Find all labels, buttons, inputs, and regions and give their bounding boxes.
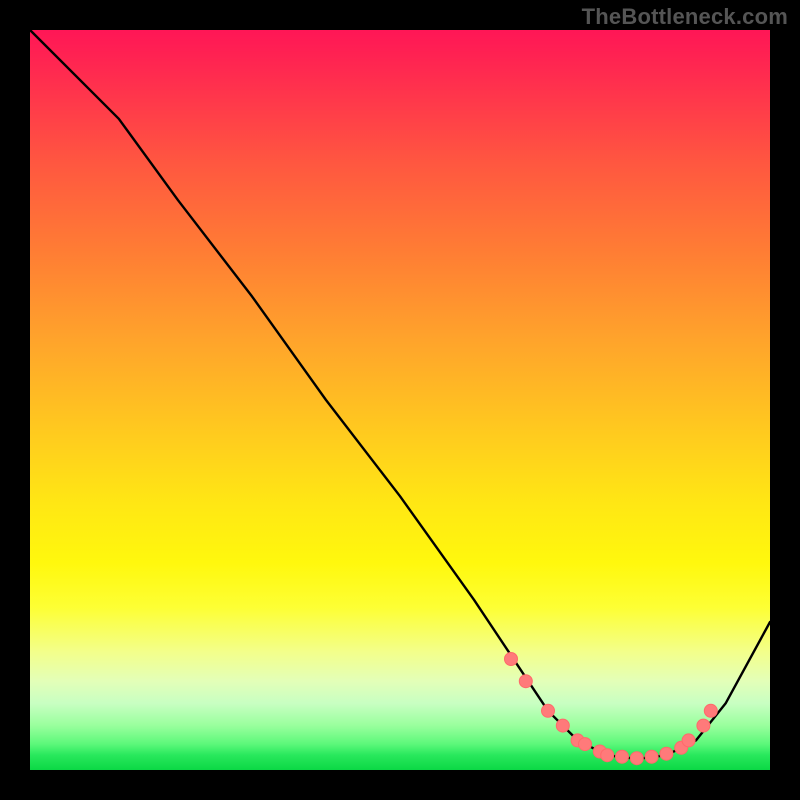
marker-group bbox=[505, 653, 718, 765]
marker-dot bbox=[505, 653, 518, 666]
marker-dot bbox=[556, 719, 569, 732]
marker-dot bbox=[697, 719, 710, 732]
chart-frame: TheBottleneck.com bbox=[0, 0, 800, 800]
marker-dot bbox=[704, 704, 717, 717]
marker-dot bbox=[645, 750, 658, 763]
chart-svg bbox=[30, 30, 770, 770]
watermark-text: TheBottleneck.com bbox=[582, 4, 788, 30]
bottleneck-curve bbox=[30, 30, 770, 759]
marker-dot bbox=[660, 747, 673, 760]
marker-dot bbox=[601, 749, 614, 762]
marker-dot bbox=[616, 750, 629, 763]
marker-dot bbox=[519, 675, 532, 688]
marker-dot bbox=[579, 738, 592, 751]
marker-dot bbox=[682, 734, 695, 747]
marker-dot bbox=[630, 752, 643, 765]
marker-dot bbox=[542, 704, 555, 717]
plot-area bbox=[30, 30, 770, 770]
